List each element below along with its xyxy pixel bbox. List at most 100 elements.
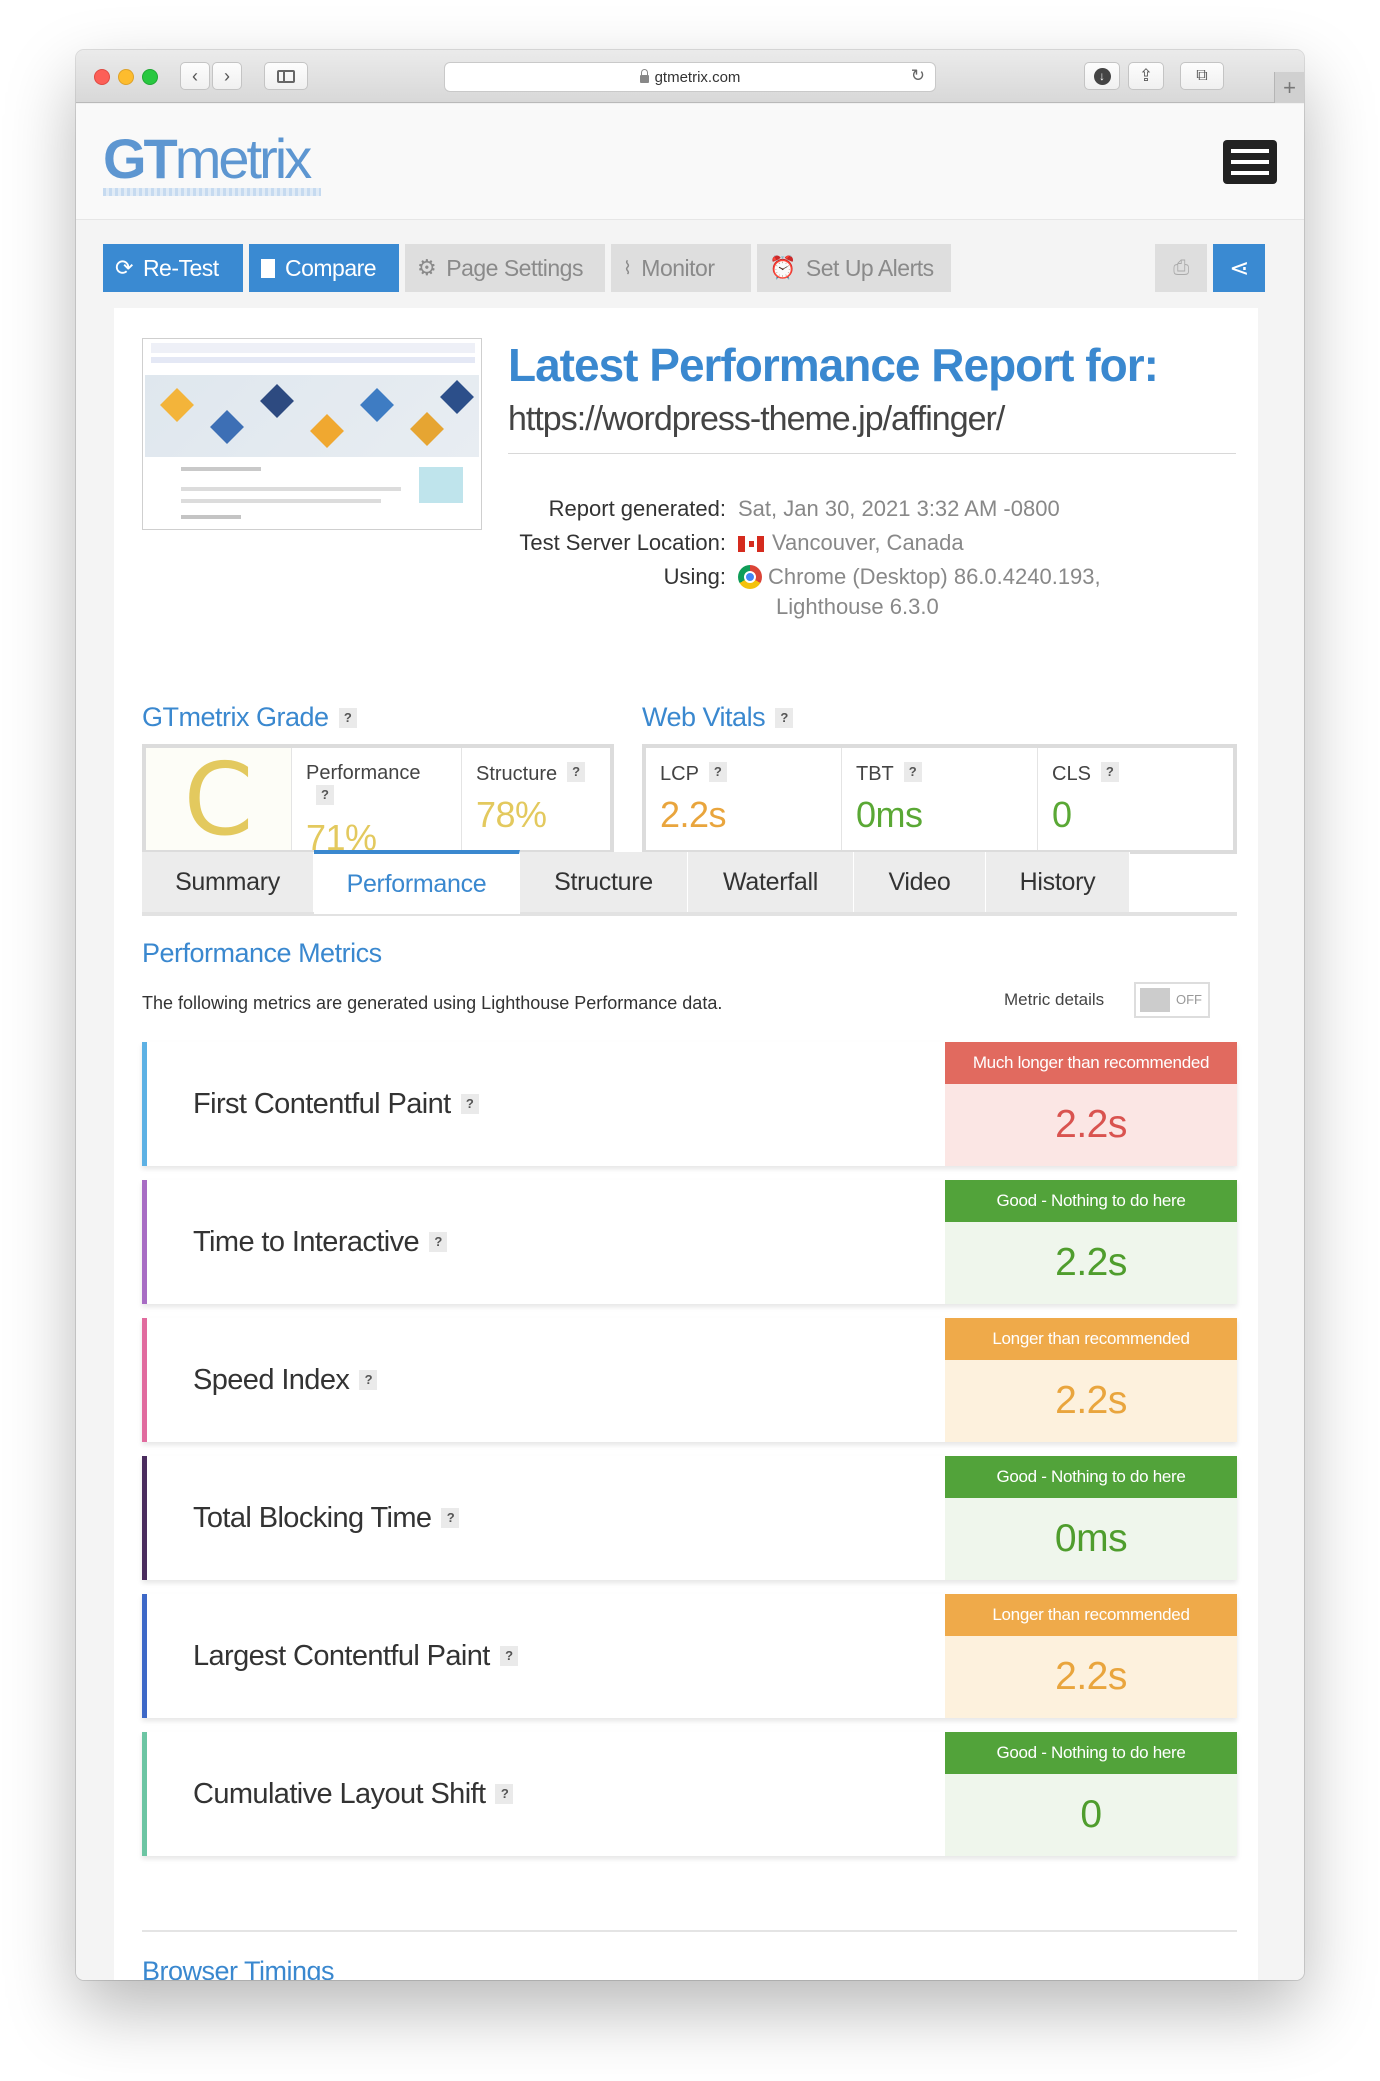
- retest-label: Re-Test: [142, 254, 219, 281]
- reload-icon[interactable]: ↻: [911, 66, 925, 86]
- structure-score-label-row: Structure?: [476, 762, 596, 786]
- minimize-window-button[interactable]: [118, 69, 134, 85]
- performance-metrics-title: Performance Metrics: [142, 938, 382, 968]
- help-icon[interactable]: ?: [429, 1232, 448, 1252]
- toggle-state: OFF: [1176, 992, 1202, 1007]
- share-report-button[interactable]: ⋖: [1213, 244, 1265, 292]
- pdf-icon: ⎙: [1173, 256, 1189, 279]
- vital-lcp-value: 2.2s: [660, 794, 727, 835]
- help-icon[interactable]: ?: [903, 762, 922, 782]
- help-icon[interactable]: ?: [441, 1508, 460, 1528]
- share-button[interactable]: ⇪: [1128, 62, 1164, 90]
- chevron-left-icon: ‹: [192, 65, 198, 86]
- help-icon[interactable]: ?: [359, 1370, 378, 1390]
- thumb-action-image: [419, 467, 463, 503]
- thumb-nav-bar: [151, 357, 475, 363]
- performance-metrics-description: The following metrics are generated usin…: [142, 993, 723, 1013]
- grade-letter: C: [146, 741, 292, 858]
- alerts-label: Set Up Alerts: [805, 254, 934, 281]
- help-icon[interactable]: ?: [316, 785, 334, 805]
- web-vitals-title-text: Web Vitals: [642, 702, 766, 732]
- location-text: Vancouver, Canada: [772, 530, 964, 555]
- browser-window: ‹ › gtmetrix.com ↻ ↓ ⇪ ⧉ + GTmetrix ⟳ Re-…: [76, 50, 1304, 1980]
- chevron-right-icon: ›: [224, 65, 230, 86]
- compare-button[interactable]: Compare: [249, 244, 399, 292]
- metric-row: Cumulative Layout Shift? Good - Nothing …: [142, 1732, 1237, 1856]
- vital-cls-label-row: CLS?: [1052, 762, 1219, 786]
- thumb-shape: [360, 388, 394, 422]
- new-tab-button[interactable]: +: [1274, 72, 1304, 103]
- tab-performance[interactable]: Performance: [314, 850, 520, 914]
- monitor-button[interactable]: ⌇ Monitor: [611, 244, 751, 292]
- metric-row: Speed Index? Longer than recommended 2.2s: [142, 1318, 1237, 1442]
- browser-timings-title: Browser Timings: [142, 1956, 335, 1980]
- structure-score: Structure? 78%: [462, 748, 610, 850]
- forward-button[interactable]: ›: [212, 62, 242, 90]
- address-bar[interactable]: gtmetrix.com ↻: [444, 62, 936, 92]
- report-url[interactable]: https://wordpress-theme.jp/affinger/: [508, 400, 1005, 439]
- metric-name: Total Blocking Time: [193, 1501, 432, 1534]
- tab-history[interactable]: History: [986, 852, 1130, 912]
- metric-result: Longer than recommended 2.2s: [945, 1594, 1237, 1718]
- help-icon[interactable]: ?: [460, 1094, 479, 1114]
- help-icon[interactable]: ?: [1100, 762, 1119, 782]
- metric-name-row: Largest Contentful Paint?: [193, 1594, 518, 1718]
- retest-button[interactable]: ⟳ Re-Test: [103, 244, 243, 292]
- vital-cls-label: CLS: [1052, 763, 1091, 785]
- back-button[interactable]: ‹: [180, 62, 210, 90]
- tab-waterfall[interactable]: Waterfall: [688, 852, 854, 912]
- using-label: Using:: [663, 564, 726, 589]
- test-location-value: Vancouver, Canada: [738, 530, 964, 556]
- logo-text-bold: GT: [103, 127, 178, 190]
- metric-row: Total Blocking Time? Good - Nothing to d…: [142, 1456, 1237, 1580]
- sidebar-icon: [277, 69, 295, 83]
- thumb-shape: [410, 412, 444, 446]
- sidebar-toggle-button[interactable]: [264, 62, 308, 90]
- thumb-line: [181, 515, 241, 519]
- using-browser-text: Chrome (Desktop) 86.0.4240.193,: [768, 564, 1101, 589]
- alerts-button[interactable]: ⏰ Set Up Alerts: [757, 244, 951, 292]
- downloads-button[interactable]: ↓: [1084, 62, 1120, 90]
- metric-name: Largest Contentful Paint: [193, 1639, 490, 1672]
- share-icon: ⇪: [1138, 66, 1154, 85]
- report-title: Latest Performance Report for:: [508, 339, 1159, 391]
- tab-summary[interactable]: Summary: [142, 852, 314, 912]
- tab-structure[interactable]: Structure: [520, 852, 688, 912]
- divider: [142, 1930, 1237, 1932]
- help-icon[interactable]: ?: [567, 762, 586, 782]
- metric-value: 2.2s: [945, 1084, 1237, 1166]
- tab-overview-button[interactable]: ⧉: [1180, 62, 1224, 90]
- alarm-clock-icon: ⏰: [769, 255, 796, 280]
- metric-status: Longer than recommended: [945, 1594, 1237, 1636]
- metric-result: Longer than recommended 2.2s: [945, 1318, 1237, 1442]
- page-screenshot-thumbnail[interactable]: [142, 338, 482, 530]
- zoom-window-button[interactable]: [142, 69, 158, 85]
- help-icon[interactable]: ?: [338, 708, 357, 728]
- metric-value: 2.2s: [945, 1636, 1237, 1718]
- close-window-button[interactable]: [94, 69, 110, 85]
- pdf-download-button[interactable]: ⎙: [1155, 244, 1207, 292]
- logo-underline: [103, 188, 321, 196]
- metric-details-toggle[interactable]: OFF: [1134, 982, 1210, 1018]
- chrome-icon: [738, 565, 762, 589]
- metric-result: Good - Nothing to do here 0ms: [945, 1456, 1237, 1580]
- using-value: Chrome (Desktop) 86.0.4240.193,: [738, 564, 1101, 590]
- report-generated-label: Report generated:: [548, 496, 726, 521]
- help-icon[interactable]: ?: [775, 708, 794, 728]
- thumb-hero-image: [145, 375, 479, 457]
- help-icon[interactable]: ?: [495, 1784, 514, 1804]
- vital-tbt-label-row: TBT?: [856, 762, 1023, 786]
- gtmetrix-grade-title-text: GTmetrix Grade: [142, 702, 329, 732]
- tab-video[interactable]: Video: [854, 852, 986, 912]
- page-settings-button[interactable]: ⚙ Page Settings: [405, 244, 605, 292]
- thumb-header-bar: [151, 343, 475, 353]
- help-icon[interactable]: ?: [499, 1646, 518, 1666]
- gear-icon: ⚙: [417, 255, 437, 280]
- menu-button[interactable]: [1223, 140, 1277, 184]
- gtmetrix-logo[interactable]: GTmetrix: [103, 126, 312, 191]
- help-icon[interactable]: ?: [708, 762, 727, 782]
- performance-score-label: Performance: [306, 762, 421, 784]
- tabs-icon: ⧉: [1196, 67, 1208, 84]
- metric-status: Good - Nothing to do here: [945, 1732, 1237, 1774]
- vital-tbt-label: TBT: [856, 763, 894, 785]
